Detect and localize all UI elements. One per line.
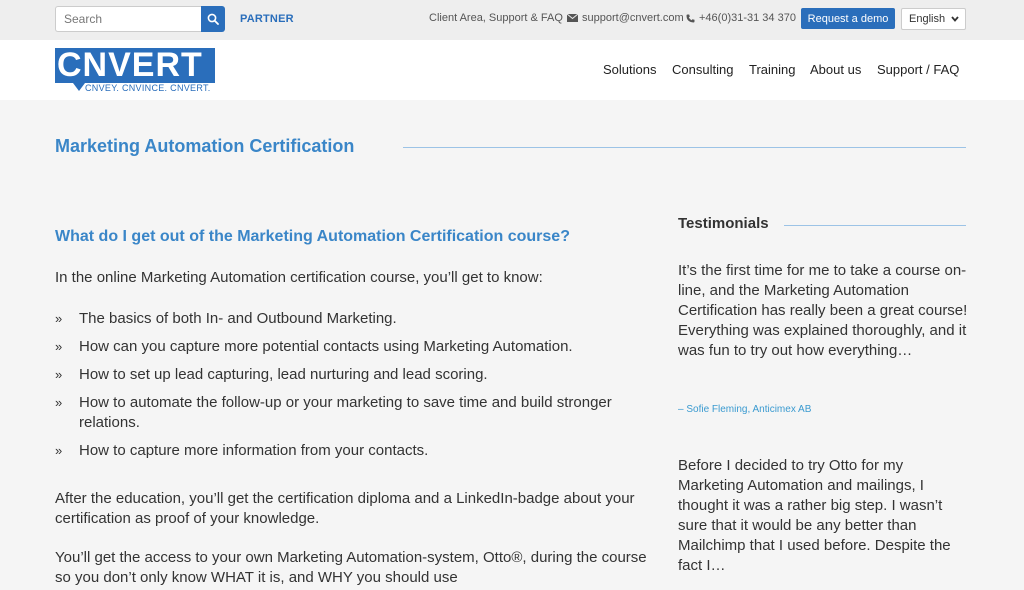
intro-text: In the online Marketing Automation certi… (55, 269, 543, 286)
phone-link[interactable]: +46(0)31-31 34 370 (686, 12, 796, 24)
search-button[interactable] (201, 6, 225, 32)
nav-consulting[interactable]: Consulting (672, 62, 733, 77)
client-area-link[interactable]: Client Area, Support & FAQ (429, 12, 563, 24)
search-icon (207, 13, 219, 25)
section-heading: What do I get out of the Marketing Autom… (55, 228, 570, 245)
nav-training[interactable]: Training (749, 62, 795, 77)
testimonial-quote: Before I decided to try Otto for my Mark… (678, 457, 951, 574)
list-item-text: How can you capture more potential conta… (79, 338, 573, 355)
bullet-chevron-icon: » (55, 367, 63, 382)
email-link[interactable]: support@cnvert.com (567, 12, 684, 24)
bullet-chevron-icon: » (55, 443, 63, 458)
testimonial-author-link[interactable]: – Sofie Fleming, Anticimex AB (678, 404, 811, 415)
nav-about-us[interactable]: About us (810, 62, 861, 77)
logo-tagline: CNVEY. CNVINCE. CNVERT. (85, 83, 211, 93)
certification-paragraph: After the education, you’ll get the cert… (55, 490, 635, 527)
list-item-text: How to automate the follow-up or your ma… (79, 394, 612, 431)
language-value: English (909, 13, 946, 25)
logo-wordmark: CNVERT (55, 48, 215, 83)
phone-icon (686, 14, 695, 22)
site-header: CNVERT CNVEY. CNVINCE. CNVERT. (0, 40, 1024, 100)
testimonials-heading: Testimonials (678, 215, 769, 232)
bullet-chevron-icon: » (55, 395, 63, 410)
partner-link[interactable]: PARTNER (240, 13, 294, 25)
bullet-chevron-icon: » (55, 311, 63, 326)
search-input[interactable] (55, 6, 201, 32)
list-item-text: How to set up lead capturing, lead nurtu… (79, 366, 488, 383)
cnvert-logo[interactable]: CNVERT CNVEY. CNVINCE. CNVERT. (55, 48, 215, 94)
envelope-icon (567, 14, 578, 22)
bullet-chevron-icon: » (55, 339, 63, 354)
search-form (55, 6, 225, 32)
request-demo-button[interactable]: Request a demo (801, 8, 895, 29)
logo-speech-notch (73, 83, 85, 91)
top-bar: PARTNER Client Area, Support & FAQ suppo… (0, 0, 1024, 40)
system-access-paragraph: You’ll get the access to your own Market… (55, 549, 647, 586)
nav-support-faq[interactable]: Support / FAQ (877, 62, 959, 77)
email-text: support@cnvert.com (582, 12, 684, 24)
list-item-text: How to capture more information from you… (79, 442, 429, 459)
list-item-text: The basics of both In- and Outbound Mark… (79, 310, 397, 327)
testimonials-divider (784, 225, 966, 226)
chevron-down-icon (951, 16, 959, 22)
page-title: Marketing Automation Certification (55, 136, 355, 156)
title-divider (403, 147, 966, 148)
language-select[interactable]: English (901, 8, 966, 30)
nav-solutions[interactable]: Solutions (603, 62, 656, 77)
testimonial-quote: It’s the first time for me to take a cou… (678, 262, 968, 359)
phone-text: +46(0)31-31 34 370 (699, 12, 796, 24)
